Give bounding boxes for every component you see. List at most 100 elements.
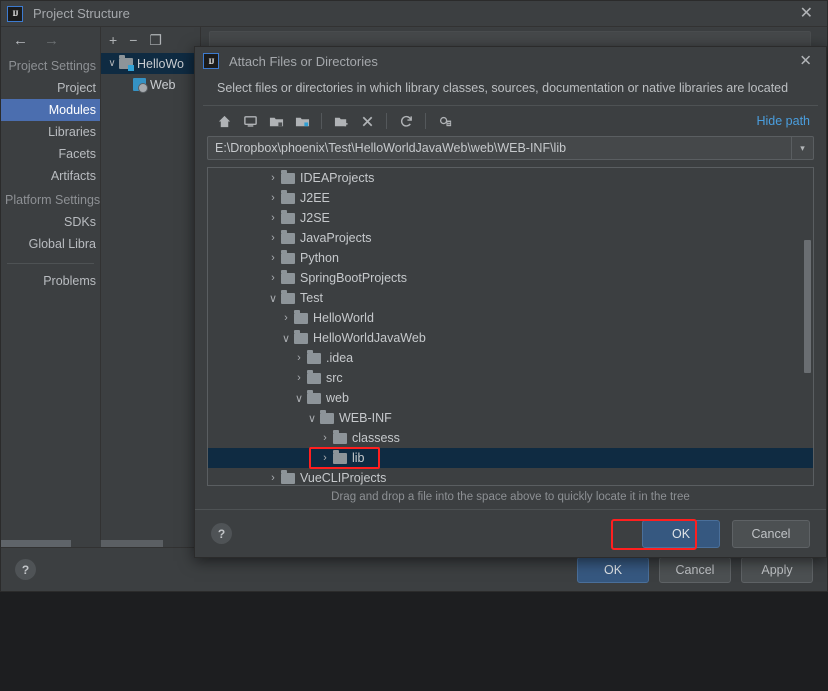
modules-toolbar: + − ❐ — [101, 27, 200, 53]
chevron-right-icon[interactable]: › — [317, 452, 333, 464]
sidebar-item-project[interactable]: Project — [1, 77, 100, 99]
file-tree-row[interactable]: › IDEAProjects — [208, 168, 813, 188]
file-tree-row[interactable]: ∨ WEB-INF — [208, 408, 813, 428]
copy-module-icon[interactable]: ❐ — [149, 33, 162, 47]
help-icon[interactable]: ? — [211, 523, 232, 544]
file-tree-vertical-scrollbar[interactable] — [804, 240, 811, 373]
attach-dialog-footer: ? OK Cancel — [195, 509, 826, 557]
project-structure-footer-buttons: OK Cancel Apply — [577, 556, 813, 583]
desktop-icon[interactable] — [237, 108, 263, 134]
file-tree-row[interactable]: › classess — [208, 428, 813, 448]
chevron-right-icon[interactable]: › — [265, 172, 281, 184]
sidebar-item-artifacts[interactable]: Artifacts — [1, 165, 100, 187]
sidebar-horizontal-scrollbar[interactable] — [1, 540, 101, 547]
chevron-down-icon[interactable]: ∨ — [105, 58, 119, 69]
project-folder-icon[interactable] — [263, 108, 289, 134]
sidebar-group-project-settings: Project Settings — [8, 59, 96, 73]
chevron-right-icon[interactable]: › — [265, 232, 281, 244]
hide-path-link[interactable]: Hide path — [756, 114, 810, 128]
file-tree-row[interactable]: ∨ HelloWorldJavaWeb — [208, 328, 813, 348]
attach-dialog-title: Attach Files or Directories — [229, 53, 378, 69]
toolbar-divider — [321, 113, 322, 129]
folder-icon — [281, 209, 295, 224]
file-tree-row[interactable]: › SpringBootProjects — [208, 268, 813, 288]
path-field[interactable]: E:\Dropbox\phoenix\Test\HelloWorldJavaWe… — [207, 136, 814, 160]
help-icon[interactable]: ? — [15, 559, 36, 580]
folder-icon — [281, 249, 295, 264]
chevron-down-icon[interactable]: ∨ — [278, 332, 294, 345]
chevron-right-icon[interactable]: › — [291, 352, 307, 364]
file-tree-row[interactable]: ∨ web — [208, 388, 813, 408]
toolbar-divider — [386, 113, 387, 129]
folder-icon — [307, 389, 321, 404]
file-tree-row[interactable]: › HelloWorld — [208, 308, 813, 328]
chevron-right-icon[interactable]: › — [291, 372, 307, 384]
chevron-right-icon[interactable]: › — [265, 472, 281, 484]
chevron-right-icon[interactable]: › — [278, 312, 294, 324]
file-tree-label: web — [326, 391, 349, 405]
file-tree-label: HelloWorldJavaWeb — [313, 331, 426, 345]
add-module-icon[interactable]: + — [109, 33, 117, 47]
file-tree-row[interactable]: › Python — [208, 248, 813, 268]
sidebar-item-modules[interactable]: Modules — [1, 99, 100, 121]
chevron-right-icon[interactable]: › — [265, 192, 281, 204]
apply-button[interactable]: Apply — [741, 556, 813, 583]
new-folder-icon[interactable] — [328, 108, 354, 134]
file-tree-label: lib — [352, 451, 365, 465]
module-tree-row-helloworld[interactable]: ∨ HelloWo — [101, 53, 200, 74]
sidebar-group-platform-settings: Platform Settings — [5, 193, 100, 207]
chevron-down-icon[interactable]: ▾ — [791, 137, 813, 159]
file-tree-label: HelloWorld — [313, 311, 374, 325]
home-icon[interactable] — [211, 108, 237, 134]
forward-icon[interactable]: → — [44, 32, 59, 49]
back-icon[interactable]: ← — [13, 32, 28, 49]
file-tree-label: src — [326, 371, 343, 385]
file-tree-row[interactable]: › J2SE — [208, 208, 813, 228]
file-tree-row[interactable]: › JavaProjects — [208, 228, 813, 248]
chevron-down-icon[interactable]: ∨ — [265, 292, 281, 305]
file-tree-row[interactable]: › .idea — [208, 348, 813, 368]
file-tree-label: JavaProjects — [300, 231, 372, 245]
file-tree-label: J2EE — [300, 191, 330, 205]
file-tree-row[interactable]: ∨ Test — [208, 288, 813, 308]
path-field-value: E:\Dropbox\phoenix\Test\HelloWorldJavaWe… — [215, 141, 567, 155]
remove-module-icon[interactable]: − — [129, 33, 137, 47]
file-tree-row[interactable]: › VueCLIProjects — [208, 468, 813, 485]
module-folder-icon[interactable] — [289, 108, 315, 134]
folder-icon — [307, 349, 321, 364]
file-tree-row[interactable]: › lib — [208, 448, 813, 468]
folder-icon — [281, 269, 295, 284]
sidebar-item-libraries[interactable]: Libraries — [1, 121, 100, 143]
cancel-button[interactable]: Cancel — [732, 519, 810, 548]
show-hidden-files-icon[interactable] — [432, 108, 458, 134]
sidebar-item-sdks[interactable]: SDKs — [1, 211, 100, 233]
chevron-right-icon[interactable]: › — [265, 212, 281, 224]
modules-horizontal-scrollbar[interactable] — [101, 540, 201, 547]
chevron-down-icon[interactable]: ∨ — [291, 392, 307, 405]
sidebar-item-problems[interactable]: Problems — [1, 270, 100, 292]
chevron-right-icon[interactable]: › — [317, 432, 333, 444]
close-icon[interactable]: ✕ — [799, 54, 812, 69]
ok-button[interactable]: OK — [642, 519, 720, 548]
cancel-button[interactable]: Cancel — [659, 556, 731, 583]
chevron-down-icon[interactable]: ∨ — [304, 412, 320, 425]
sidebar-item-global-libraries[interactable]: Global Libra — [1, 233, 100, 255]
folder-icon — [281, 229, 295, 244]
chevron-right-icon[interactable]: › — [265, 252, 281, 264]
sidebar-item-facets[interactable]: Facets — [1, 143, 100, 165]
chevron-right-icon[interactable]: › — [265, 272, 281, 284]
module-tree-label: Web — [150, 77, 176, 92]
refresh-icon[interactable] — [393, 108, 419, 134]
close-icon[interactable]: ✕ — [800, 5, 813, 22]
toolbar-divider — [425, 113, 426, 129]
file-tree-row[interactable]: › src — [208, 368, 813, 388]
settings-sidebar: ← → Project Settings Project Modules Lib… — [1, 27, 101, 547]
folder-icon — [281, 469, 295, 484]
file-tree-row[interactable]: › J2EE — [208, 188, 813, 208]
file-tree-label: .idea — [326, 351, 354, 365]
module-tree-row-web[interactable]: Web — [101, 74, 200, 95]
module-tree-label: HelloWo — [137, 56, 185, 71]
file-tree-label: Test — [300, 291, 323, 305]
delete-icon[interactable] — [354, 108, 380, 134]
ok-button[interactable]: OK — [577, 556, 649, 583]
